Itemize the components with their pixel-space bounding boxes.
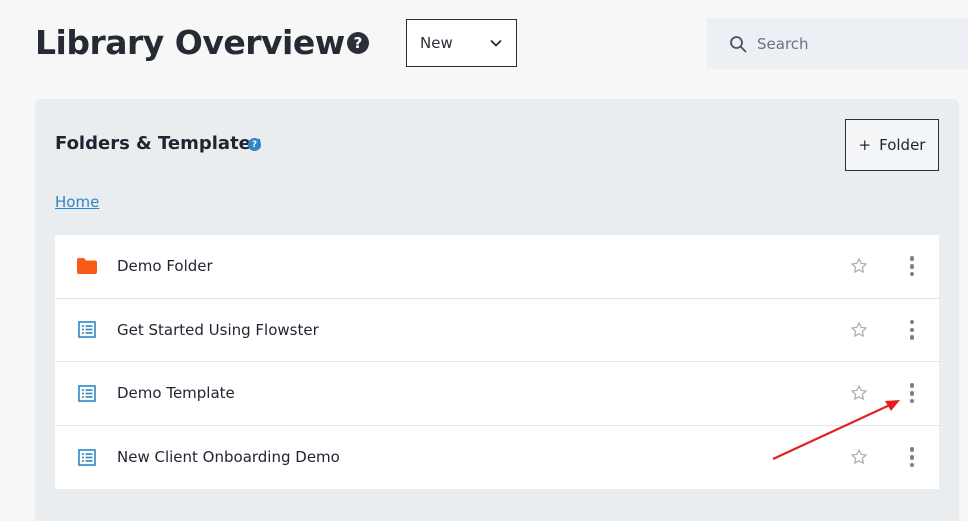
template-icon	[77, 448, 97, 466]
new-dropdown[interactable]: New	[406, 19, 517, 67]
star-icon[interactable]	[850, 384, 868, 402]
plus-icon: +	[858, 136, 872, 154]
list-item-label: Get Started Using Flowster	[117, 320, 319, 339]
breadcrumb-home[interactable]: Home	[55, 193, 99, 211]
new-dropdown-value: New	[420, 34, 453, 52]
list-item[interactable]: Demo Folder	[55, 235, 939, 299]
more-options-icon[interactable]	[905, 382, 919, 404]
help-icon[interactable]: ?	[248, 138, 261, 151]
folder-icon	[77, 257, 97, 275]
search-input[interactable]	[757, 34, 937, 53]
page-title: Library Overview	[35, 23, 345, 62]
search-box[interactable]	[707, 18, 968, 69]
chevron-down-icon	[490, 39, 502, 47]
library-list: Demo Folder Get Started Using Flowster D…	[55, 235, 939, 489]
star-icon[interactable]	[850, 321, 868, 339]
search-icon	[730, 35, 747, 52]
more-options-icon[interactable]	[905, 446, 919, 468]
list-item[interactable]: New Client Onboarding Demo	[55, 426, 939, 490]
template-icon	[77, 321, 97, 339]
add-folder-label: Folder	[879, 136, 926, 154]
list-item[interactable]: Get Started Using Flowster	[55, 299, 939, 362]
help-icon[interactable]: ?	[347, 32, 369, 54]
list-item-label: Demo Folder	[117, 257, 213, 276]
list-item-label: Demo Template	[117, 384, 235, 403]
template-icon	[77, 384, 97, 402]
panel-title: Folders & Templates	[55, 133, 262, 154]
star-icon[interactable]	[850, 448, 868, 466]
library-panel: Folders & Templates ? + Folder Home Demo…	[35, 99, 959, 521]
list-item-label: New Client Onboarding Demo	[117, 448, 340, 467]
star-icon[interactable]	[850, 257, 868, 275]
more-options-icon[interactable]	[905, 319, 919, 341]
more-options-icon[interactable]	[905, 255, 919, 277]
list-item[interactable]: Demo Template	[55, 362, 939, 426]
add-folder-button[interactable]: + Folder	[845, 119, 939, 171]
